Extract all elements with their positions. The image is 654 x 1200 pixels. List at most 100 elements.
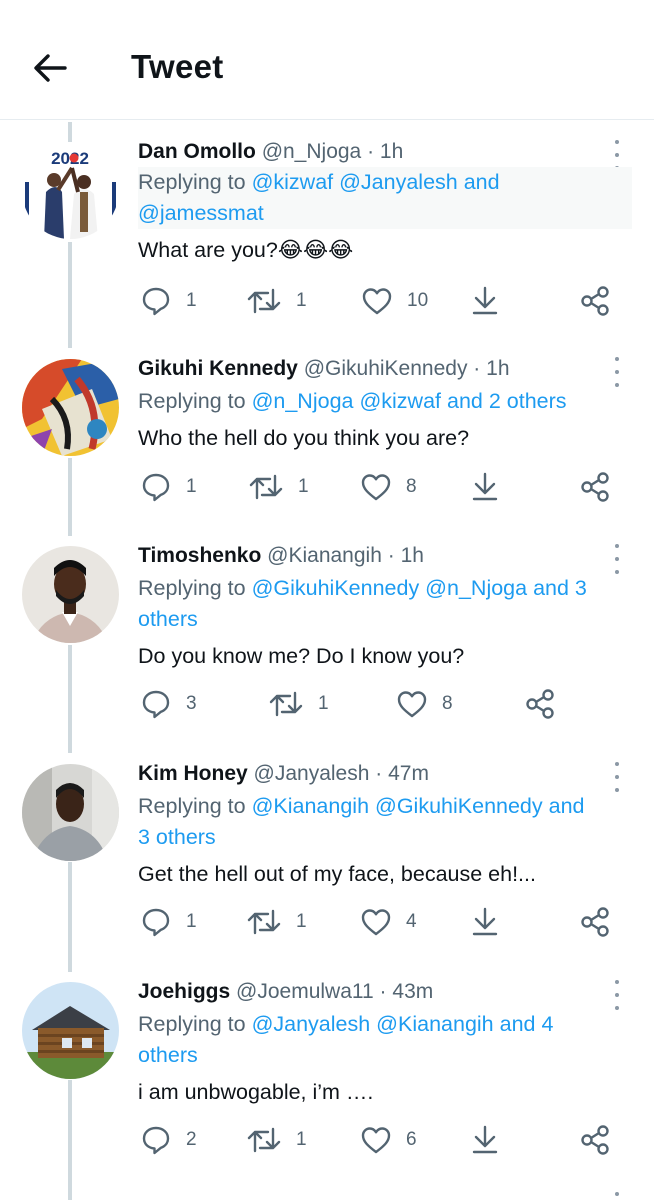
tweet-text: What are you?😂😂😂 [138, 238, 354, 262]
more-options-button[interactable] [610, 140, 624, 170]
replying-prefix: Replying to [138, 170, 246, 194]
replying-to: Replying to @Janyalesh @Kianangih and 4 … [138, 1009, 553, 1071]
mention-link[interactable]: @GikuhiKennedy @n_Njoga and 3 [252, 576, 587, 600]
mention-link[interactable]: @kizwaf @Janyalesh and [252, 170, 500, 194]
retweet-count: 1 [318, 693, 329, 714]
separator-dot: · [375, 762, 383, 785]
separator-dot: · [387, 544, 395, 567]
reply-icon [142, 1126, 170, 1155]
like-button[interactable]: 10 [361, 281, 428, 321]
reply-icon [142, 908, 170, 937]
download-button[interactable] [470, 467, 500, 507]
replying-to: Replying to @GikuhiKennedy @n_Njoga and … [138, 573, 587, 635]
more-options-button[interactable] [610, 357, 624, 387]
avatar[interactable] [22, 764, 119, 861]
like-button[interactable]: 8 [396, 684, 453, 724]
like-count: 8 [406, 476, 417, 497]
like-button[interactable]: 4 [360, 902, 417, 942]
share-icon [581, 907, 609, 937]
download-button[interactable] [470, 281, 500, 321]
display-name[interactable]: Timoshenko [138, 544, 261, 567]
more-options-button[interactable] [610, 980, 624, 1010]
like-button[interactable]: 6 [360, 1120, 417, 1160]
download-icon [472, 472, 498, 501]
tweet-meta: Gikuhi Kennedy @GikuhiKennedy · 1h [138, 354, 510, 384]
next-tweet-preview [0, 1192, 654, 1200]
display-name[interactable]: Dan Omollo [138, 140, 256, 163]
reply-button[interactable]: 1 [140, 467, 197, 507]
user-handle[interactable]: @GikuhiKennedy [304, 357, 468, 380]
mention-link[interactable]: @Kianangih @GikuhiKennedy and [252, 794, 585, 818]
reply-button[interactable]: 3 [140, 684, 197, 724]
replying-prefix: Replying to [138, 576, 246, 600]
user-handle[interactable]: @Janyalesh [254, 762, 370, 785]
share-icon [581, 1125, 609, 1155]
retweet-count: 1 [296, 290, 307, 311]
tweet-text: i am unbwogable, i’m …. [138, 1080, 374, 1104]
share-button[interactable] [579, 281, 611, 321]
retweet-button[interactable]: 1 [246, 902, 307, 942]
tweet-meta: Timoshenko @Kianangih · 1h [138, 541, 424, 571]
action-bar: 2 1 6 [0, 1120, 654, 1160]
mention-link[interactable]: others [138, 1043, 198, 1067]
retweet-button[interactable]: 1 [248, 467, 309, 507]
retweet-button[interactable]: 1 [268, 684, 329, 724]
mention-link[interactable]: others [138, 607, 198, 631]
display-name[interactable]: Gikuhi Kennedy [138, 357, 298, 380]
thread-line [68, 122, 72, 142]
download-icon [472, 286, 498, 315]
avatar[interactable] [22, 982, 119, 1079]
mention-link[interactable]: 3 others [138, 825, 216, 849]
share-button[interactable] [579, 467, 611, 507]
action-bar: 1 1 8 [0, 467, 654, 507]
heart-icon [361, 909, 391, 936]
share-button[interactable] [579, 1120, 611, 1160]
replying-prefix: Replying to [138, 794, 246, 818]
timestamp[interactable]: 1h [380, 140, 403, 163]
download-button[interactable] [470, 902, 500, 942]
timestamp[interactable]: 1h [401, 544, 424, 567]
mention-link[interactable]: @n_Njoga @kizwaf and 2 others [252, 389, 567, 413]
reply-button[interactable]: 2 [140, 1120, 197, 1160]
heart-icon [362, 288, 392, 315]
tweet-meta: Dan Omollo @n_Njoga · 1h [138, 137, 403, 167]
like-button[interactable]: 8 [360, 467, 417, 507]
display-name[interactable]: Joehiggs [138, 980, 230, 1003]
share-button[interactable] [579, 902, 611, 942]
action-bar: 1 1 4 [0, 902, 654, 942]
timestamp[interactable]: 43m [392, 980, 433, 1003]
reply-button[interactable]: 1 [140, 902, 197, 942]
action-bar: 3 1 8 [0, 684, 654, 724]
separator-dot: · [379, 980, 387, 1003]
action-bar: 1 1 10 [0, 281, 654, 321]
reply-button[interactable]: 1 [140, 281, 197, 321]
tweet-meta: Kim Honey @Janyalesh · 47m [138, 759, 429, 789]
user-handle[interactable]: @Joemulwa11 [236, 980, 374, 1003]
mention-link[interactable]: @Janyalesh @Kianangih and 4 [252, 1012, 554, 1036]
share-button[interactable] [524, 684, 556, 724]
mention-link[interactable]: @jamessmat [138, 201, 264, 225]
timestamp[interactable]: 47m [388, 762, 429, 785]
user-handle[interactable]: @n_Njoga [262, 140, 362, 163]
more-options-button[interactable] [610, 762, 624, 792]
user-handle[interactable]: @Kianangih [267, 544, 382, 567]
reply-count: 3 [186, 693, 197, 714]
heart-icon [361, 1127, 391, 1154]
avatar[interactable] [22, 546, 119, 643]
reply-count: 1 [186, 911, 197, 932]
back-button[interactable] [28, 46, 72, 90]
tweet-text: Do you know me? Do I know you? [138, 644, 465, 668]
timestamp[interactable]: 1h [486, 357, 509, 380]
retweet-button[interactable]: 1 [246, 281, 307, 321]
avatar[interactable] [22, 359, 119, 456]
page-title: Tweet [131, 48, 224, 85]
download-icon [472, 1125, 498, 1154]
tweet-text: Get the hell out of my face, because eh!… [138, 862, 536, 886]
retweet-button[interactable]: 1 [246, 1120, 307, 1160]
download-button[interactable] [470, 1120, 500, 1160]
more-options-button[interactable] [610, 544, 624, 574]
more-options-button[interactable] [610, 1192, 624, 1200]
display-name[interactable]: Kim Honey [138, 762, 248, 785]
avatar[interactable]: 2022 [22, 142, 119, 239]
separator-dot: · [367, 140, 375, 163]
